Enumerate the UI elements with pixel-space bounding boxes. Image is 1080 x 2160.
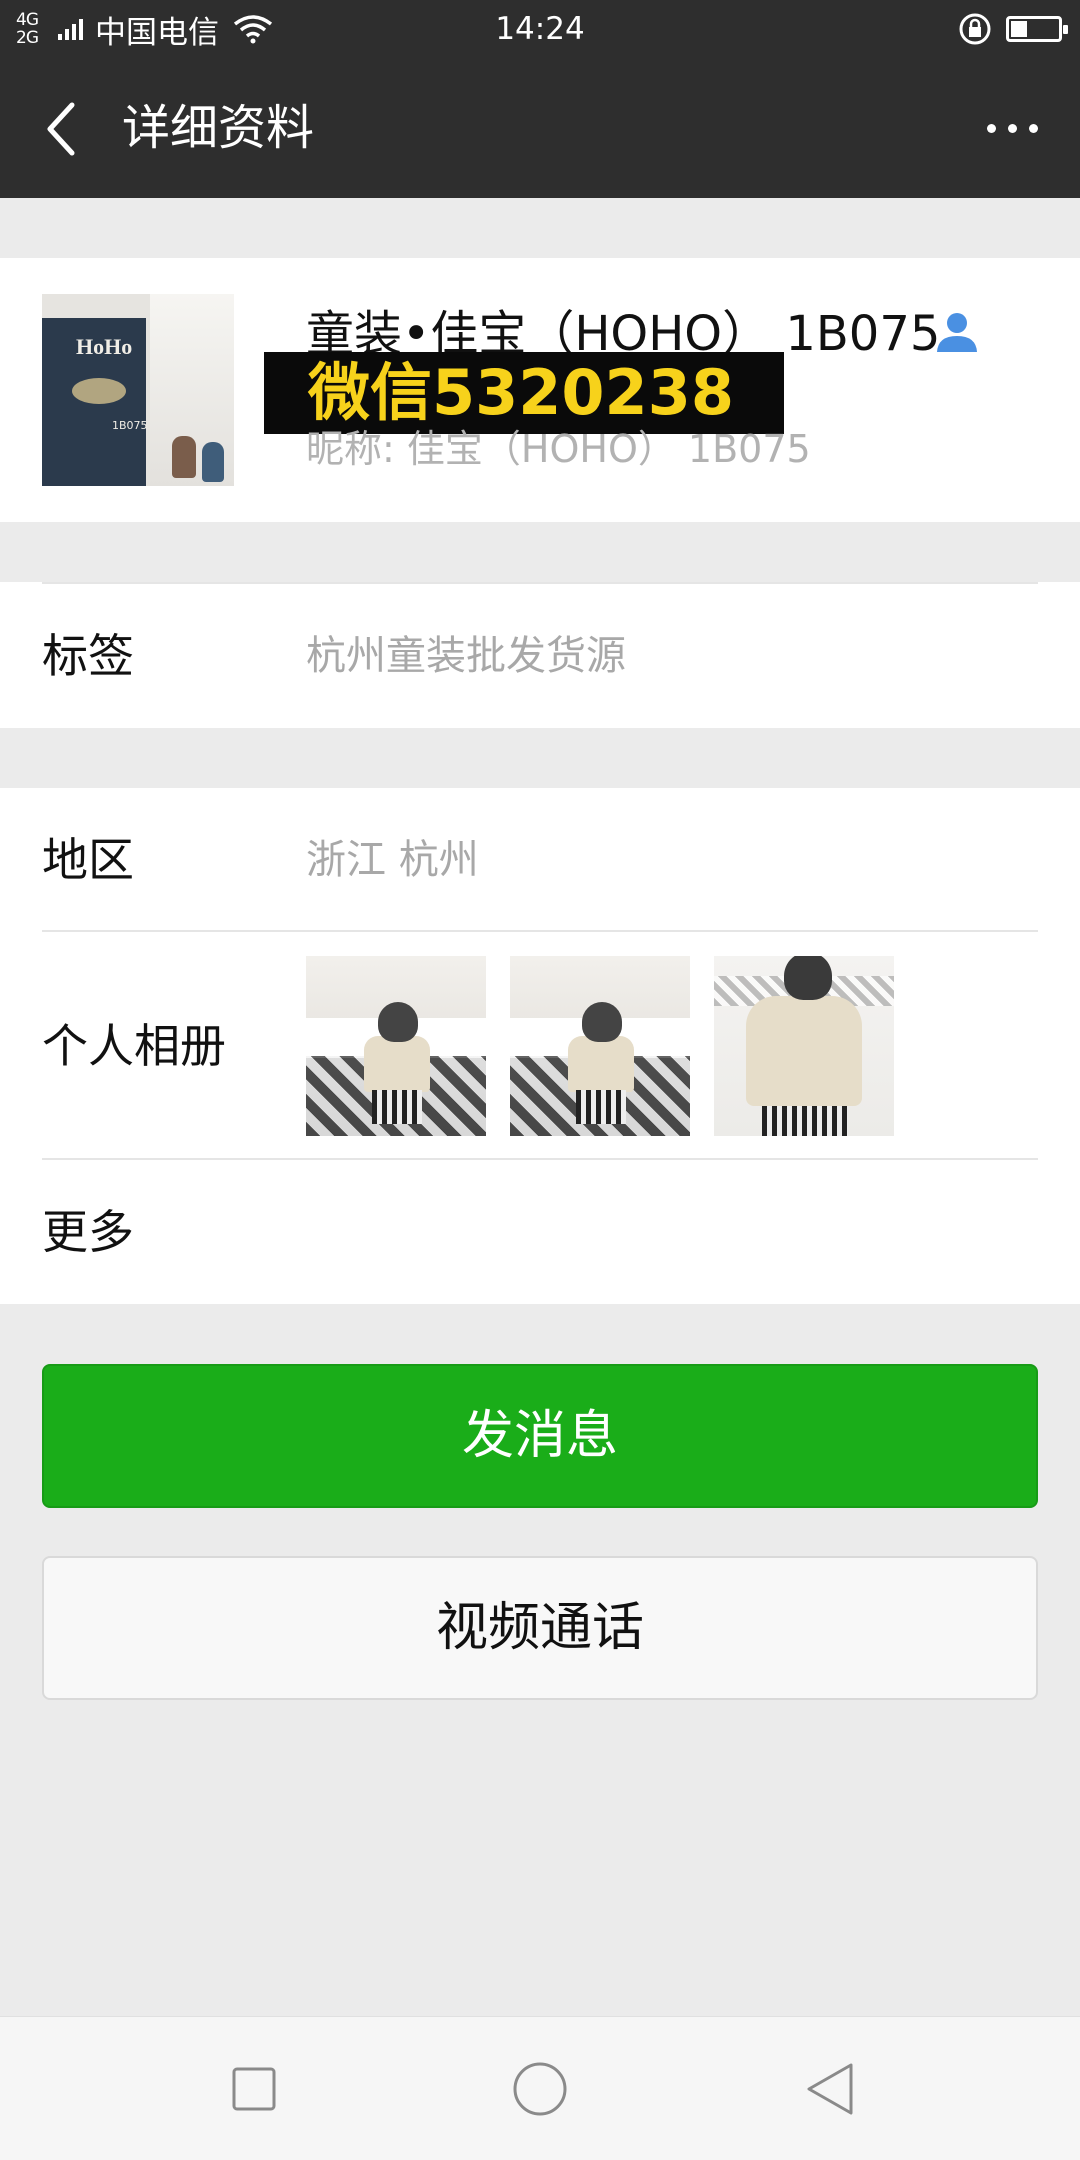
tags-label: 标签 — [42, 629, 134, 683]
back-icon — [807, 2063, 853, 2115]
home-icon — [513, 2062, 567, 2116]
more-label: 更多 — [42, 1205, 134, 1259]
album-row[interactable]: 个人相册 — [0, 932, 1080, 1160]
clock: 14:24 — [495, 11, 585, 47]
nav-back-button[interactable] — [798, 2057, 862, 2121]
battery-icon — [1006, 16, 1068, 42]
album-photo-1[interactable] — [306, 956, 486, 1136]
region-value: 浙江 杭州 — [306, 837, 479, 883]
ellipsis-icon — [986, 123, 996, 133]
page-title: 详细资料 — [122, 100, 315, 156]
avatar-code: 1B075 — [112, 419, 148, 432]
album-label: 个人相册 — [42, 1019, 226, 1073]
tags-section[interactable]: 标签 杭州童装批发货源 — [0, 582, 1080, 728]
rotation-lock-icon — [959, 13, 991, 45]
avatar[interactable]: HoHo 1B075 — [42, 294, 234, 486]
region-label: 地区 — [42, 833, 134, 887]
title-bar: 详细资料 — [0, 58, 1080, 198]
status-right — [958, 10, 1068, 48]
album-thumbnails — [306, 956, 894, 1136]
more-row[interactable]: 更多 — [0, 1160, 1080, 1304]
back-button[interactable] — [30, 94, 90, 164]
info-section: 地区 浙江 杭州 个人相册 更多 — [0, 788, 1080, 1304]
avatar-logo-text: HoHo — [76, 334, 133, 359]
tags-value: 杭州童装批发货源 — [306, 633, 626, 679]
recent-apps-icon — [232, 2067, 276, 2111]
recent-apps-button[interactable] — [222, 2057, 286, 2121]
status-bar: 4G 2G 中国电信 14:24 — [0, 0, 1080, 58]
profile-nickname: 昵称: 佳宝（HOHO） 1B075 — [306, 427, 811, 471]
video-call-button[interactable]: 视频通话 — [42, 1556, 1038, 1700]
system-nav-bar — [0, 2016, 1080, 2160]
more-button[interactable] — [972, 98, 1052, 158]
chevron-left-icon — [47, 102, 75, 156]
album-photo-3[interactable] — [714, 956, 894, 1136]
region-row: 地区 浙江 杭州 — [0, 788, 1080, 932]
send-message-button[interactable]: 发消息 — [42, 1364, 1038, 1508]
watermark-overlay: 微信5320238 — [264, 352, 784, 434]
home-button[interactable] — [508, 2057, 572, 2121]
album-photo-2[interactable] — [510, 956, 690, 1136]
contact-person-icon — [937, 313, 977, 352]
profile-card: HoHo 1B075 童装•佳宝（HOHO） 1B075 微信5320238 昵… — [0, 258, 1080, 522]
